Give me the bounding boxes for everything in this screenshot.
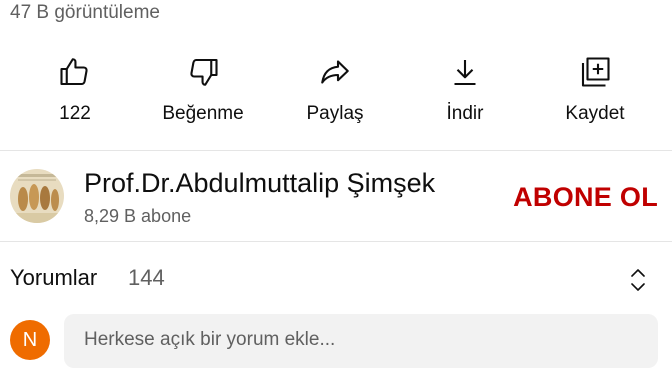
channel-avatar-image bbox=[10, 169, 64, 223]
share-button[interactable]: Paylaş bbox=[280, 50, 390, 138]
channel-row: Prof.Dr.Abdulmuttalip Şimşek 8,29 B abon… bbox=[0, 152, 672, 240]
save-button[interactable]: Kaydet bbox=[540, 50, 650, 138]
divider bbox=[0, 150, 672, 151]
view-count: 47 B görüntüleme bbox=[10, 2, 160, 23]
download-label: İndir bbox=[446, 103, 484, 124]
dislike-button[interactable]: Beğenme bbox=[148, 50, 258, 138]
dislike-label: Beğenme bbox=[162, 103, 244, 124]
download-icon bbox=[454, 60, 476, 86]
comments-count: 144 bbox=[128, 265, 165, 290]
like-button[interactable]: 122 bbox=[20, 50, 130, 138]
save-to-playlist-icon bbox=[581, 57, 610, 87]
subscribe-button[interactable]: ABONE OL bbox=[513, 182, 658, 213]
subscriber-count: 8,29 B abone bbox=[84, 206, 192, 226]
channel-name[interactable]: Prof.Dr.Abdulmuttalip Şimşek bbox=[84, 168, 435, 199]
comments-header[interactable]: Yorumlar 144 bbox=[10, 265, 660, 295]
video-action-bar: 122 Beğenme Paylaş İndir Kaydet bbox=[0, 50, 672, 138]
divider bbox=[0, 241, 672, 242]
comment-input[interactable]: Herkese açık bir yorum ekle... bbox=[64, 314, 658, 368]
user-avatar: N bbox=[10, 320, 50, 360]
save-label: Kaydet bbox=[565, 103, 625, 124]
comment-placeholder: Herkese açık bir yorum ekle... bbox=[84, 329, 336, 350]
share-label: Paylaş bbox=[306, 103, 364, 124]
channel-avatar[interactable] bbox=[10, 169, 64, 223]
expand-collapse-icon[interactable] bbox=[626, 267, 650, 293]
comments-title: Yorumlar bbox=[10, 265, 98, 290]
share-icon bbox=[321, 60, 349, 84]
thumbs-down-icon bbox=[190, 58, 218, 86]
like-count: 122 bbox=[59, 103, 91, 124]
thumbs-up-icon bbox=[60, 58, 88, 86]
download-button[interactable]: İndir bbox=[410, 50, 520, 138]
